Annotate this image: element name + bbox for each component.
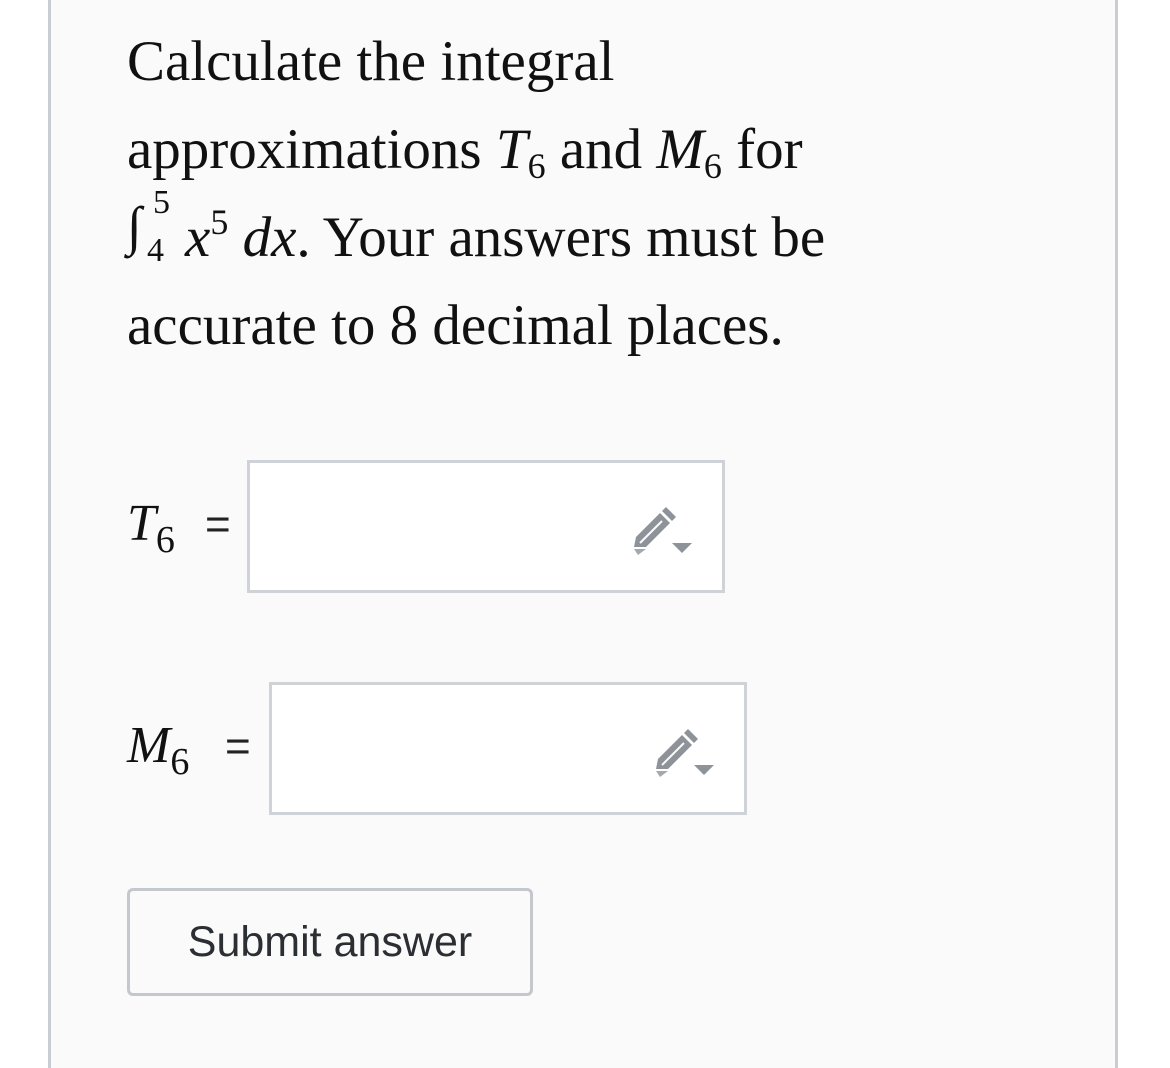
question-text: Calculate the integral approximations T6…: [127, 18, 947, 370]
t6-equals-sign: =: [205, 500, 231, 549]
t-subscript: 6: [527, 146, 546, 186]
m6-label: M6: [127, 717, 190, 783]
question-line-2: approximations T6 and M6 for: [127, 118, 803, 186]
t-variable: T: [495, 118, 528, 181]
t6-answer-input[interactable]: [247, 460, 725, 593]
question-line-4: accurate to 8 decimal places.: [127, 294, 784, 357]
submit-answer-button[interactable]: Submit answer: [127, 888, 533, 996]
answer-row-t6: T6 =: [127, 460, 747, 594]
pencil-dropdown-icon[interactable]: [650, 729, 714, 779]
m-subscript: 6: [703, 146, 722, 186]
t6-label: T6: [127, 495, 175, 561]
m6-answer-input[interactable]: [269, 682, 747, 815]
question-line-3: ∫ 5 4 x5 dx. Your answers must be: [127, 184, 826, 270]
integral-lower-limit: 4: [147, 232, 164, 269]
question-line-1: Calculate the integral: [127, 30, 615, 93]
pencil-dropdown-icon[interactable]: [628, 507, 692, 557]
integrand-base: x: [185, 206, 211, 269]
integral-expression: ∫ 5 4: [127, 186, 185, 268]
question-card: Calculate the integral approximations T6…: [48, 0, 1118, 1068]
m6-equals-sign: =: [225, 722, 251, 771]
integral-upper-limit: 5: [153, 184, 170, 221]
integral-sign: ∫: [127, 196, 142, 256]
m-variable: M: [656, 118, 704, 181]
integrand-exponent: 5: [210, 202, 229, 242]
answer-row-m6: M6 =: [127, 682, 767, 816]
differential: dx: [228, 206, 297, 269]
